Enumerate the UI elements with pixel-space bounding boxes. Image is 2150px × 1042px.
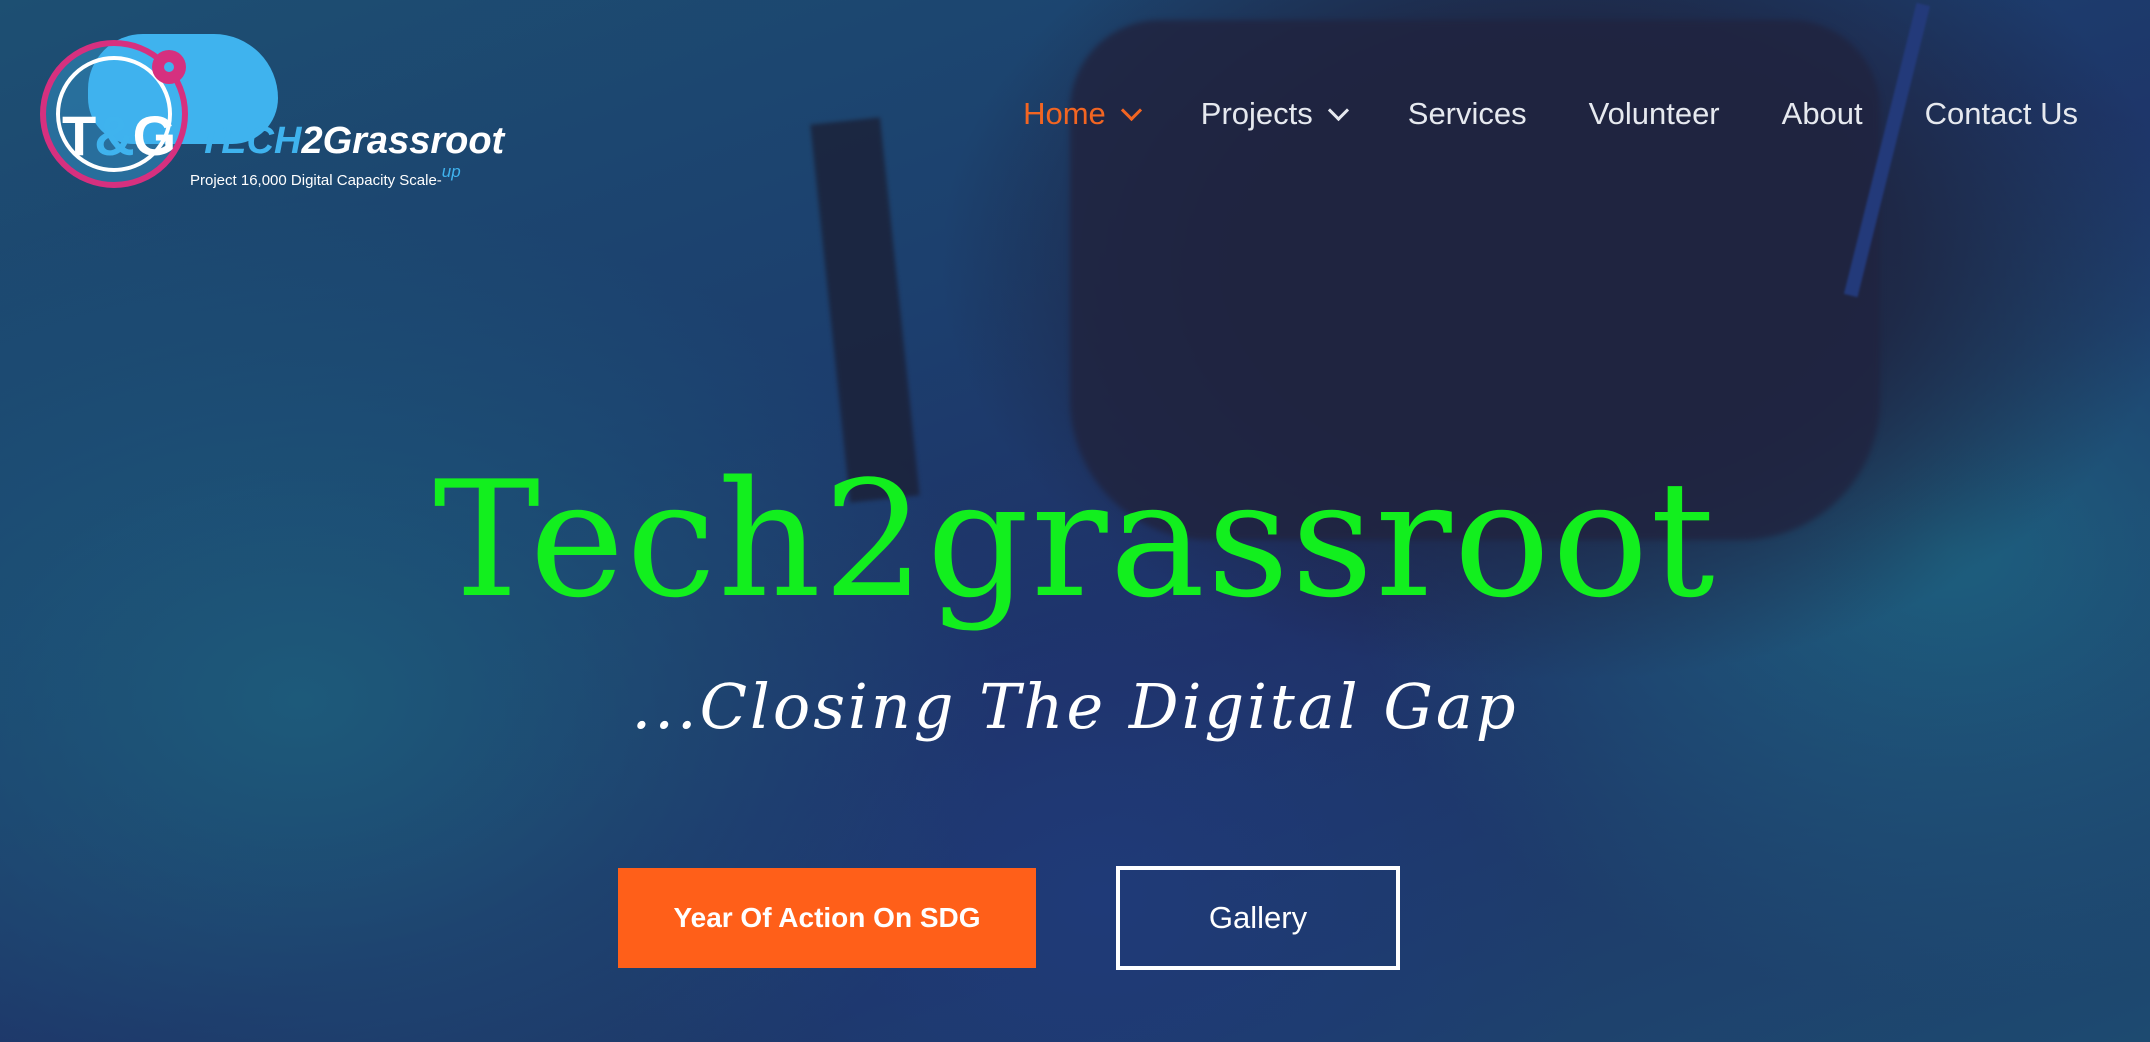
nav-item-label: About <box>1781 96 1863 131</box>
hero-subtitle: ...Closing The Digital Gap <box>631 670 1519 743</box>
site-header: T&G TECH2Grassroot Project 16,000 Digita… <box>0 0 2150 240</box>
nav-item-label: Projects <box>1200 96 1313 131</box>
nav-item-contact-us[interactable]: Contact Us <box>1925 96 2078 132</box>
nav-item-projects[interactable]: Projects <box>1200 96 1349 132</box>
nav-item-home[interactable]: Home <box>1023 96 1142 132</box>
chevron-down-icon <box>1120 99 1142 121</box>
main-nav: Home Projects Services Volunteer About C… <box>961 96 2078 132</box>
nav-item-label: Services <box>1407 96 1527 131</box>
year-of-action-button[interactable]: Year Of Action On SDG <box>618 868 1036 968</box>
nav-item-label: Contact Us <box>1924 96 2078 131</box>
hero-section: T&G TECH2Grassroot Project 16,000 Digita… <box>0 0 2150 1042</box>
logo-wordmark: TECH2Grassroot <box>198 120 505 162</box>
nav-item-label: Volunteer <box>1588 96 1720 131</box>
site-logo[interactable]: T&G TECH2Grassroot Project 16,000 Digita… <box>38 30 504 200</box>
logo-monogram: T&G <box>62 104 176 167</box>
nav-item-services[interactable]: Services <box>1408 96 1527 132</box>
chevron-down-icon <box>1327 99 1349 121</box>
hero-title: Tech2grassroot <box>433 446 1717 633</box>
nav-item-volunteer[interactable]: Volunteer <box>1589 96 1720 132</box>
gallery-button[interactable]: Gallery <box>1116 866 1400 970</box>
nav-item-label: Home <box>1023 96 1106 131</box>
nav-item-about[interactable]: About <box>1782 96 1863 132</box>
logo-gear-icon <box>152 50 186 84</box>
logo-tagline: Project 16,000 Digital Capacity Scale-up <box>190 162 461 189</box>
